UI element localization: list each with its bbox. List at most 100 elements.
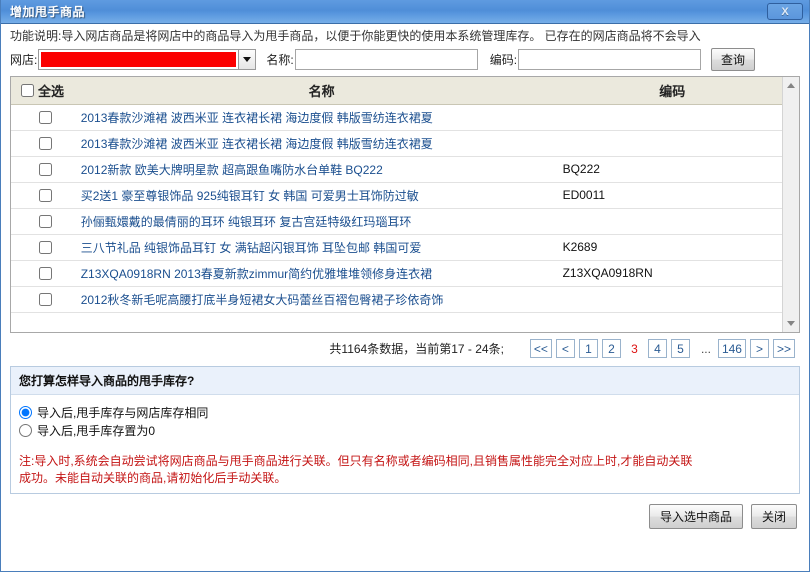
pagination-summary: 共1164条数据，当前第17 - 24条; — [329, 342, 504, 356]
product-name-link[interactable]: 三八节礼品 纯银饰品耳钉 女 满钻超闪银耳饰 耳坠包邮 韩国可爱 — [81, 241, 422, 255]
select-all-checkbox[interactable] — [21, 83, 34, 97]
option-zero-stock-radio[interactable] — [19, 423, 32, 437]
table-row[interactable]: 买2送1 豪至尊银饰品 925纯银耳钉 女 韩国 可爱男士耳饰防过敏 ED0011 — [11, 182, 782, 209]
triangle-up-icon — [787, 83, 795, 88]
row-checkbox-cell[interactable] — [11, 182, 81, 209]
code-label: 编码: — [489, 53, 518, 67]
shop-select[interactable] — [38, 49, 257, 70]
product-name-link[interactable]: 2012新款 欧美大牌明星款 超高跟鱼嘴防水台单鞋 BQ222 — [81, 163, 383, 177]
page-prev-button[interactable]: < — [555, 339, 575, 358]
pagination-controls: << < 12345 ... 146 > >> — [529, 339, 795, 358]
page-last-button[interactable]: >> — [772, 339, 795, 358]
product-name-link[interactable]: 2013春款沙滩裙 波西米亚 连衣裙长裙 海边度假 韩版雪纺连衣裙夏 — [81, 137, 433, 151]
row-checkbox[interactable] — [39, 163, 53, 177]
row-code-cell: Z13XQA0918RN — [562, 260, 782, 287]
row-code-cell: BQ222 — [562, 156, 782, 183]
row-checkbox-cell[interactable] — [11, 286, 81, 313]
page-first-button[interactable]: << — [529, 339, 552, 358]
page-button-1[interactable]: 1 — [578, 339, 598, 358]
header-name: 名称 — [80, 77, 563, 105]
header-select-all[interactable]: 全选 — [11, 77, 81, 105]
dialog-footer: 导入选中商品 关闭 — [1, 494, 809, 571]
page-button-3: 3 — [631, 341, 638, 356]
scroll-down-button[interactable] — [782, 315, 799, 332]
table-row[interactable]: 孙俪甄嬛戴的最倩丽的耳环 纯银耳环 复古宫廷特级红玛瑙耳环 — [11, 208, 782, 235]
page-last-number-button[interactable]: 146 — [717, 339, 746, 358]
row-code-cell — [562, 208, 782, 235]
product-table-body: 2013春款沙滩裙 波西米亚 连衣裙长裙 海边度假 韩版雪纺连衣裙夏 2013春款… — [11, 104, 782, 313]
row-checkbox-cell[interactable] — [11, 104, 81, 131]
import-note-line-2: 成功。未能自动关联的商品,请初始化后手动关联。 — [19, 471, 287, 485]
page-ellipsis: ... — [700, 341, 711, 356]
table-row[interactable]: Z13XQA0918RN 2013春夏新款zimmur简约优雅堆堆领修身连衣裙 Z… — [11, 260, 782, 287]
shop-label: 网店: — [10, 53, 38, 67]
table-header-row: 全选 名称 编码 — [11, 77, 782, 105]
row-code-cell: ED0011 — [562, 182, 782, 209]
import-options-heading: 您打算怎样导入商品的甩手库存? — [11, 367, 799, 395]
table-row[interactable]: 2013春款沙滩裙 波西米亚 连衣裙长裙 海边度假 韩版雪纺连衣裙夏 — [11, 104, 782, 131]
option-zero-stock-label: 导入后,甩手库存置为0 — [37, 423, 156, 438]
shop-select-value[interactable] — [38, 49, 239, 70]
option-zero-stock[interactable]: 导入后,甩手库存置为0 — [19, 421, 791, 439]
option-same-as-shop[interactable]: 导入后,甩手库存与网店库存相同 — [19, 403, 791, 421]
row-checkbox[interactable] — [39, 293, 53, 307]
window-title: 增加甩手商品 — [10, 5, 86, 19]
page-next-button[interactable]: > — [749, 339, 769, 358]
option-same-as-shop-radio[interactable] — [19, 405, 32, 419]
table-row[interactable]: 2013春款沙滩裙 波西米亚 连衣裙长裙 海边度假 韩版雪纺连衣裙夏 — [11, 130, 782, 157]
row-name-cell: 孙俪甄嬛戴的最倩丽的耳环 纯银耳环 复古宫廷特级红玛瑙耳环 — [80, 208, 563, 235]
triangle-down-icon — [787, 321, 795, 326]
function-description: 功能说明:导入网店商品是将网店中的商品导入为甩手商品，以便于你能更快的使用本系统… — [10, 29, 701, 43]
row-code-cell: K2689 — [562, 234, 782, 261]
add-product-dialog: 增加甩手商品 X 功能说明:导入网店商品是将网店中的商品导入为甩手商品，以便于你… — [0, 0, 810, 572]
row-checkbox[interactable] — [39, 189, 53, 203]
row-code-cell — [562, 286, 782, 313]
page-button-5[interactable]: 5 — [670, 339, 690, 358]
import-note-line-1: 注:导入时,系统会自动尝试将网店商品与甩手商品进行关联。但只有名称或者编码相同,… — [19, 454, 693, 468]
shop-select-arrow[interactable] — [238, 49, 257, 70]
import-options-body: 导入后,甩手库存与网店库存相同 导入后,甩手库存置为0 — [11, 395, 799, 446]
table-row[interactable]: 2012新款 欧美大牌明星款 超高跟鱼嘴防水台单鞋 BQ222 BQ222 — [11, 156, 782, 183]
row-checkbox-cell[interactable] — [11, 130, 81, 157]
close-icon: X — [781, 5, 789, 18]
product-name-link[interactable]: Z13XQA0918RN 2013春夏新款zimmur简约优雅堆堆领修身连衣裙 — [81, 267, 432, 281]
row-checkbox-cell[interactable] — [11, 156, 81, 183]
select-all-label: 全选 — [38, 83, 65, 99]
product-name-link[interactable]: 2013春款沙滩裙 波西米亚 连衣裙长裙 海边度假 韩版雪纺连衣裙夏 — [81, 111, 433, 125]
product-name-link[interactable]: 孙俪甄嬛戴的最倩丽的耳环 纯银耳环 复古宫廷特级红玛瑙耳环 — [81, 215, 412, 229]
page-number-list: 12345 — [578, 339, 694, 358]
dialog-body: 功能说明:导入网店商品是将网店中的商品导入为甩手商品，以便于你能更快的使用本系统… — [1, 24, 809, 571]
row-checkbox-cell[interactable] — [11, 260, 81, 287]
row-code-cell — [562, 104, 782, 131]
page-button-2[interactable]: 2 — [601, 339, 621, 358]
close-window-button[interactable]: X — [767, 3, 803, 20]
close-button[interactable]: 关闭 — [750, 504, 797, 529]
product-name-link[interactable]: 2012秋冬新毛呢高腰打底半身短裙女大码蕾丝百褶包臀裙子珍依奇饰 — [81, 293, 444, 307]
code-input[interactable] — [518, 49, 702, 70]
page-button-4[interactable]: 4 — [647, 339, 667, 358]
row-checkbox-cell[interactable] — [11, 208, 81, 235]
row-code-cell — [562, 130, 782, 157]
product-name-link[interactable]: 买2送1 豪至尊银饰品 925纯银耳钉 女 韩国 可爱男士耳饰防过敏 — [81, 189, 419, 203]
name-input[interactable] — [294, 49, 478, 70]
row-checkbox-cell[interactable] — [11, 234, 81, 261]
import-selected-button[interactable]: 导入选中商品 — [648, 504, 743, 529]
row-name-cell: Z13XQA0918RN 2013春夏新款zimmur简约优雅堆堆领修身连衣裙 — [80, 260, 563, 287]
row-name-cell: 2012秋冬新毛呢高腰打底半身短裙女大码蕾丝百褶包臀裙子珍依奇饰 — [80, 286, 563, 313]
row-name-cell: 2013春款沙滩裙 波西米亚 连衣裙长裙 海边度假 韩版雪纺连衣裙夏 — [80, 130, 563, 157]
table-row[interactable]: 三八节礼品 纯银饰品耳钉 女 满钻超闪银耳饰 耳坠包邮 韩国可爱 K2689 — [11, 234, 782, 261]
row-checkbox[interactable] — [39, 267, 53, 281]
scroll-up-button[interactable] — [782, 77, 799, 94]
product-table-scroll-area: 全选 名称 编码 2013春款沙滩裙 波西米亚 连衣裙长裙 海边度假 韩版雪纺连… — [11, 77, 782, 332]
row-checkbox[interactable] — [39, 241, 53, 255]
row-checkbox[interactable] — [39, 137, 53, 151]
redacted-shop-name — [41, 52, 237, 67]
product-table-container: 全选 名称 编码 2013春款沙滩裙 波西米亚 连衣裙长裙 海边度假 韩版雪纺连… — [10, 76, 800, 333]
title-bar: 增加甩手商品 X — [1, 0, 809, 24]
row-checkbox[interactable] — [39, 111, 53, 125]
vertical-scrollbar[interactable] — [782, 77, 799, 332]
chevron-down-icon — [243, 57, 252, 62]
row-checkbox[interactable] — [39, 215, 53, 229]
query-button[interactable]: 查询 — [711, 48, 756, 71]
table-row[interactable]: 2012秋冬新毛呢高腰打底半身短裙女大码蕾丝百褶包臀裙子珍依奇饰 — [11, 286, 782, 313]
